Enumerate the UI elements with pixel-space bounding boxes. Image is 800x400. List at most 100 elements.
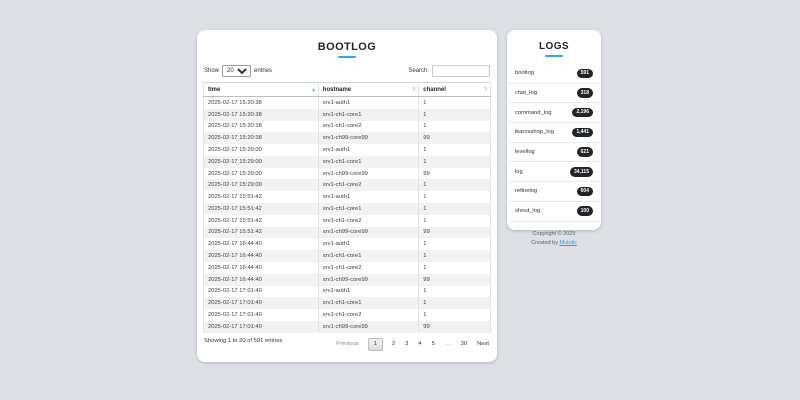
table-row: 2025-02-17 15:29:00 srv1-auth1 1 [204, 144, 491, 156]
cell-time: 2025-02-17 15:20:38 [204, 121, 319, 133]
count-badge: 2,196 [572, 108, 593, 118]
entries-label: entries [254, 68, 272, 74]
cell-hostname: srv1-ch1-core2 [318, 215, 418, 227]
sort-both-icon: ⇅ [484, 87, 488, 92]
table-row: 2025-02-17 15:29:00 srv1-ch99-core99 99 [204, 168, 491, 180]
cell-channel: 99 [419, 227, 491, 239]
log-list-item[interactable]: levellog 621 [507, 143, 601, 163]
cell-channel: 1 [419, 250, 491, 262]
page-number-button[interactable]: 3 [404, 339, 409, 349]
cell-channel: 1 [419, 179, 491, 191]
cell-hostname: srv1-auth1 [318, 238, 418, 250]
table-row: 2025-02-17 17:01:40 srv1-ch1-core2 1 [204, 309, 491, 321]
log-name: ikarosshop_log [515, 129, 554, 135]
page-number-button[interactable]: 30 [460, 339, 468, 349]
log-name: shout_log [515, 208, 540, 214]
count-badge: 621 [577, 147, 593, 157]
cell-time: 2025-02-17 15:20:38 [204, 132, 319, 144]
cell-hostname: srv1-ch1-core1 [318, 297, 418, 309]
title-underline [545, 55, 563, 57]
log-name: chat_log [515, 90, 537, 96]
column-header-hostname[interactable]: hostname ⇅ [318, 83, 418, 97]
log-list-item[interactable]: log 34,115 [507, 162, 601, 182]
author-link[interactable]: Mutulic [560, 240, 577, 246]
cell-hostname: srv1-ch1-core1 [318, 203, 418, 215]
log-name: command_log [515, 110, 551, 116]
cell-time: 2025-02-17 17:01:40 [204, 286, 319, 298]
table-row: 2025-02-17 15:20:38 srv1-ch99-core99 99 [204, 132, 491, 144]
log-name: log [515, 169, 523, 175]
cell-time: 2025-02-17 15:20:38 [204, 109, 319, 121]
page-number-button[interactable]: 1 [368, 338, 383, 351]
cell-hostname: srv1-auth1 [318, 286, 418, 298]
cell-hostname: srv1-ch1-core2 [318, 262, 418, 274]
logs-title: LOGS [507, 41, 601, 52]
log-list-item[interactable]: command_log 2,196 [507, 103, 601, 123]
count-badge: 604 [577, 187, 593, 197]
table-row: 2025-02-17 16:44:40 srv1-ch1-core2 1 [204, 262, 491, 274]
cell-time: 2025-02-17 15:51:42 [204, 191, 319, 203]
cell-channel: 99 [419, 321, 491, 333]
count-badge: 34,115 [570, 167, 593, 177]
cell-time: 2025-02-17 15:29:00 [204, 144, 319, 156]
search-control: Search: [408, 65, 490, 77]
next-page-button[interactable]: Next [476, 339, 490, 349]
table-row: 2025-02-17 17:01:40 srv1-auth1 1 [204, 286, 491, 298]
page-number-button: … [444, 339, 452, 349]
cell-hostname: srv1-ch1-core1 [318, 156, 418, 168]
table-row: 2025-02-17 15:20:38 srv1-ch1-core2 1 [204, 121, 491, 133]
log-list-item[interactable]: ikarosshop_log 1,441 [507, 123, 601, 143]
page-number-button[interactable]: 2 [391, 339, 396, 349]
page-number-button[interactable]: 4 [417, 339, 422, 349]
cell-time: 2025-02-17 16:44:40 [204, 250, 319, 262]
cell-hostname: srv1-auth1 [318, 144, 418, 156]
title-underline [338, 56, 356, 58]
count-badge: 318 [577, 88, 593, 98]
log-list-item[interactable]: chat_log 318 [507, 84, 601, 104]
cell-hostname: srv1-ch1-core1 [318, 109, 418, 121]
bootlog-card: BOOTLOG Show 20 entries Search: time [197, 30, 497, 362]
cell-channel: 1 [419, 121, 491, 133]
created-by-line: Created by Mutulic [507, 239, 601, 249]
page-background: BOOTLOG Show 20 entries Search: time [0, 0, 800, 400]
count-badge: 591 [577, 69, 593, 79]
cell-channel: 1 [419, 297, 491, 309]
sort-ascending-icon: ▲ [311, 87, 315, 92]
search-input[interactable] [432, 65, 490, 77]
table-row: 2025-02-17 15:20:38 srv1-auth1 1 [204, 97, 491, 109]
previous-page-button[interactable]: Previous [335, 339, 360, 349]
cell-time: 2025-02-17 15:51:42 [204, 203, 319, 215]
copyright-text: Copyright © 2025 [507, 230, 601, 240]
table-row: 2025-02-17 17:01:40 srv1-ch99-core99 99 [204, 321, 491, 333]
search-label: Search: [408, 68, 429, 74]
cell-hostname: srv1-ch1-core2 [318, 179, 418, 191]
log-list-item[interactable]: shout_log 100 [507, 202, 601, 222]
column-header-channel[interactable]: channel ⇅ [419, 83, 491, 97]
log-list-item[interactable]: bootlog 591 [507, 64, 601, 84]
table-row: 2025-02-17 17:01:40 srv1-ch1-core1 1 [204, 297, 491, 309]
cell-channel: 1 [419, 144, 491, 156]
log-list-item[interactable]: refinelog 604 [507, 182, 601, 202]
cell-hostname: srv1-auth1 [318, 191, 418, 203]
table-row: 2025-02-17 15:29:00 srv1-ch1-core2 1 [204, 179, 491, 191]
table-row: 2025-02-17 15:51:42 srv1-auth1 1 [204, 191, 491, 203]
cell-time: 2025-02-17 17:01:40 [204, 309, 319, 321]
show-label: Show [204, 68, 219, 74]
cell-time: 2025-02-17 17:01:40 [204, 321, 319, 333]
log-name: refinelog [515, 188, 537, 194]
cell-hostname: srv1-ch99-core99 [318, 321, 418, 333]
count-badge: 100 [577, 206, 593, 216]
sort-both-icon: ⇅ [412, 87, 416, 92]
entries-select[interactable]: 20 [222, 65, 251, 77]
cell-hostname: srv1-auth1 [318, 97, 418, 109]
table-row: 2025-02-17 15:29:00 srv1-ch1-core1 1 [204, 156, 491, 168]
column-header-time[interactable]: time ▲ [204, 83, 319, 97]
cell-time: 2025-02-17 15:29:00 [204, 179, 319, 191]
cell-channel: 1 [419, 97, 491, 109]
table-footer: Showing 1 to 20 of 591 entries Previous … [204, 338, 490, 351]
page-number-button[interactable]: 5 [431, 339, 436, 349]
cell-time: 2025-02-17 15:29:00 [204, 156, 319, 168]
cell-time: 2025-02-17 15:20:38 [204, 97, 319, 109]
entries-length-control: Show 20 entries [204, 65, 272, 77]
cell-time: 2025-02-17 16:44:40 [204, 274, 319, 286]
